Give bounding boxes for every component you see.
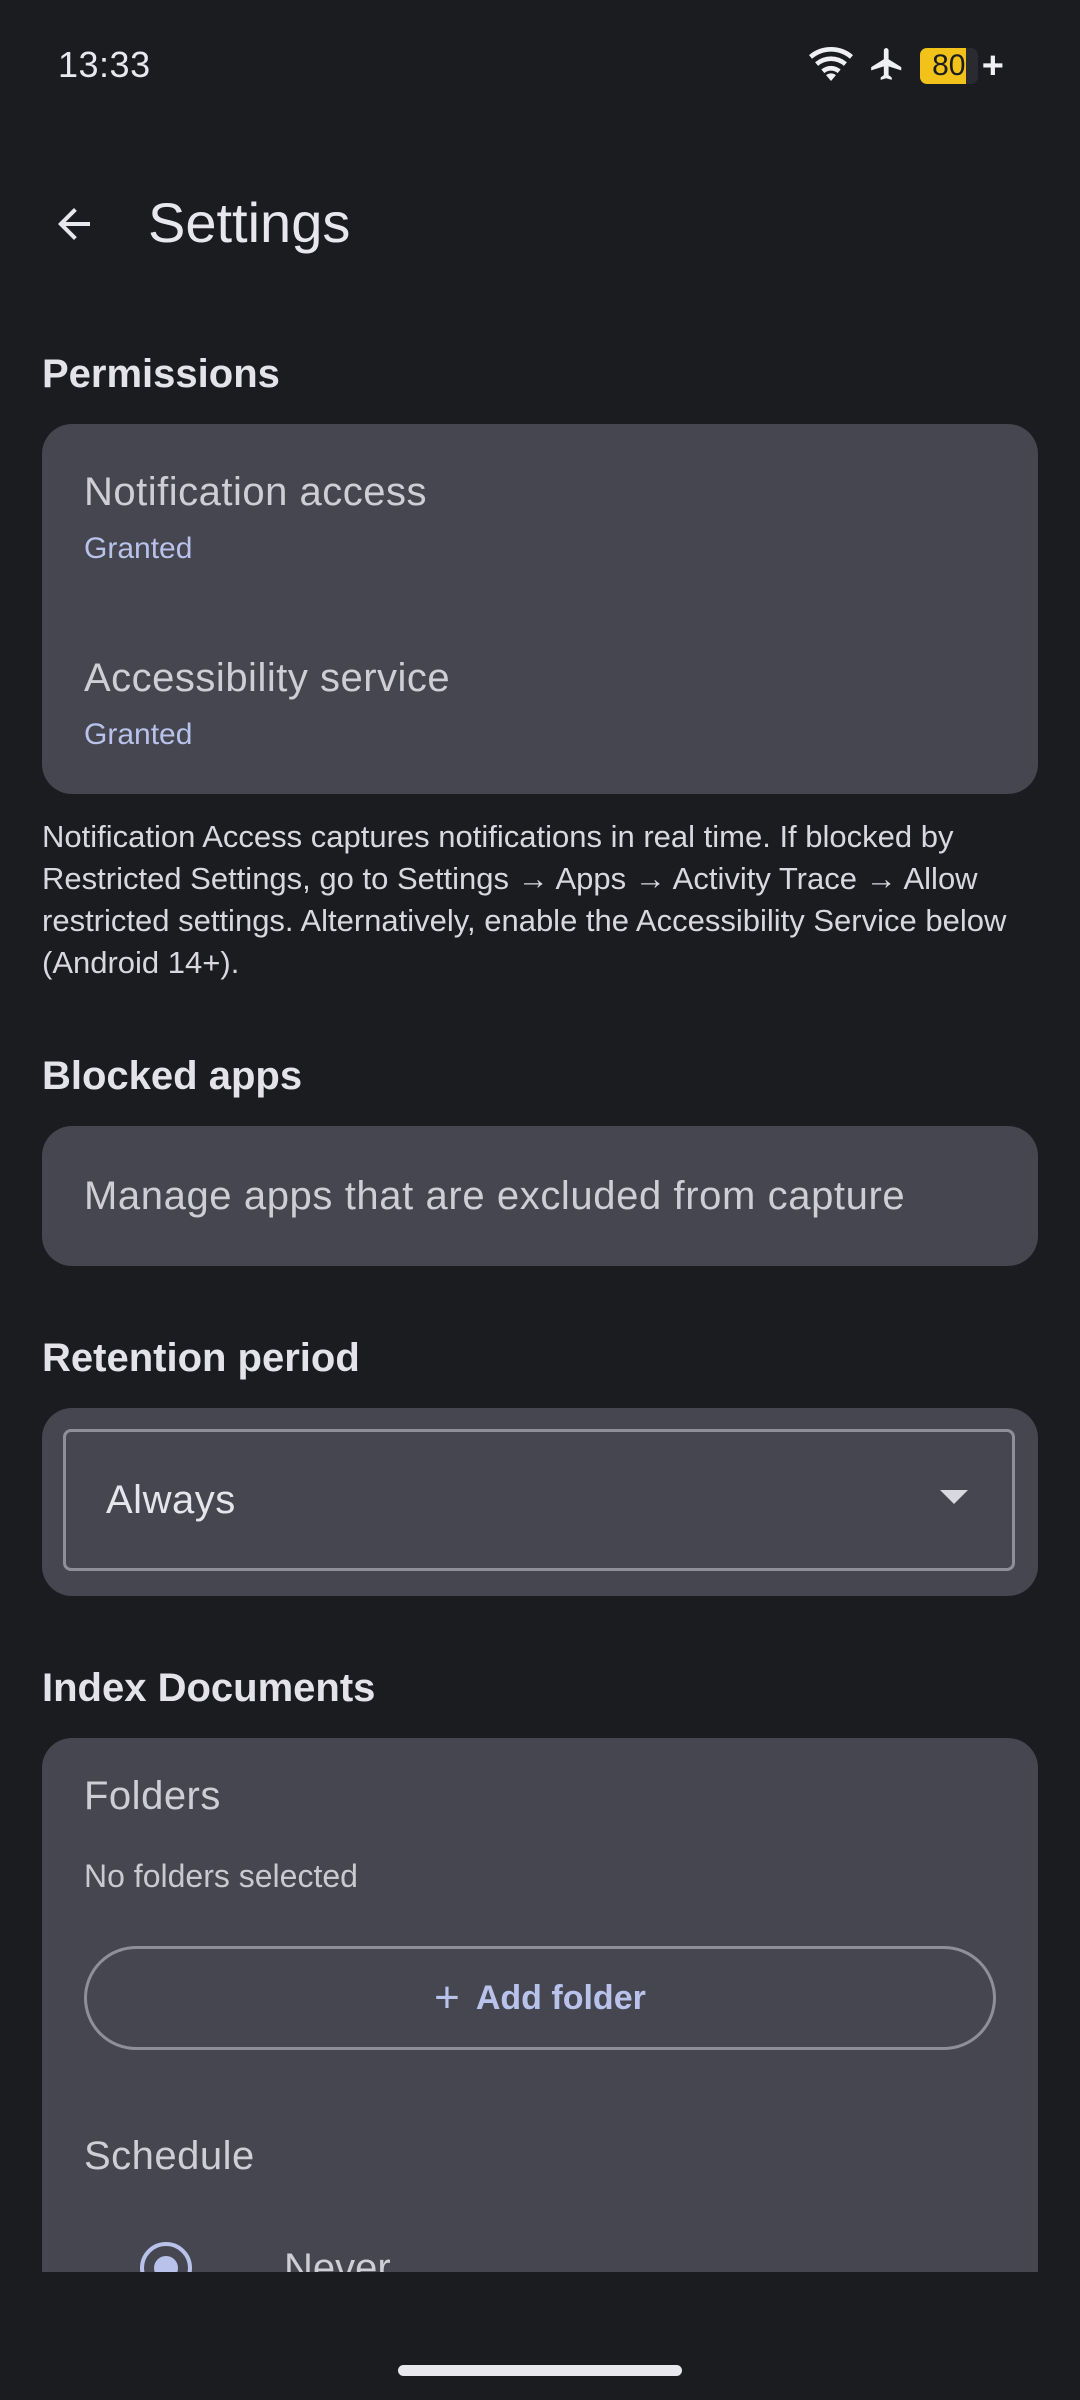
retention-period-heading: Retention period <box>42 1336 360 1380</box>
notification-access-title: Notification access <box>84 470 427 514</box>
accessibility-service-title: Accessibility service <box>84 656 451 700</box>
home-indicator[interactable] <box>398 2365 682 2376</box>
blocked-apps-label: Manage apps that are excluded from captu… <box>84 1174 906 1218</box>
battery-body: 80 <box>919 48 978 84</box>
index-documents-card: Folders No folders selected + Add folder… <box>42 1738 1038 2338</box>
add-folder-button[interactable]: + Add folder <box>84 1946 996 2050</box>
schedule-title: Schedule <box>84 2134 255 2178</box>
battery-icon: 80 + <box>919 45 1004 87</box>
status-time: 13:33 <box>58 44 151 85</box>
permissions-help-text: Notification Access captures notificatio… <box>42 819 1007 980</box>
notification-access-item[interactable]: Notification access Granted <box>42 424 1038 610</box>
accessibility-service-status: Granted <box>84 718 193 751</box>
dropdown-arrow-icon <box>940 1490 968 1504</box>
blocked-apps-heading: Blocked apps <box>42 1054 303 1098</box>
retention-period-dropdown[interactable]: Always <box>63 1429 1015 1571</box>
accessibility-service-item[interactable]: Accessibility service Granted <box>42 610 1038 794</box>
index-documents-heading: Index Documents <box>42 1666 376 1710</box>
plus-icon: + <box>434 1973 460 2022</box>
retention-period-value: Always <box>106 1478 236 1522</box>
charging-icon: + <box>981 45 1004 87</box>
permissions-card: Notification access Granted Accessibilit… <box>42 424 1038 794</box>
back-button[interactable] <box>30 182 118 270</box>
status-bar: 13:33 80 + <box>0 0 1080 130</box>
permissions-heading: Permissions <box>42 352 280 396</box>
arrow-back-icon <box>50 200 98 253</box>
folders-title: Folders <box>84 1774 221 1818</box>
status-icons: 80 + <box>808 44 1004 88</box>
add-folder-label: Add folder <box>475 1978 646 2017</box>
blocked-apps-item[interactable]: Manage apps that are excluded from captu… <box>42 1126 1038 1266</box>
folders-empty-text: No folders selected <box>84 1858 358 1894</box>
page-title: Settings <box>148 191 351 254</box>
notification-access-status: Granted <box>84 532 193 565</box>
gesture-nav-area <box>0 2272 1080 2400</box>
airplane-mode-icon <box>868 45 906 88</box>
battery-level: 80 <box>932 49 966 82</box>
wifi-icon <box>808 46 854 87</box>
app-bar: Settings <box>0 160 1080 280</box>
retention-period-card: Always <box>42 1408 1038 1596</box>
